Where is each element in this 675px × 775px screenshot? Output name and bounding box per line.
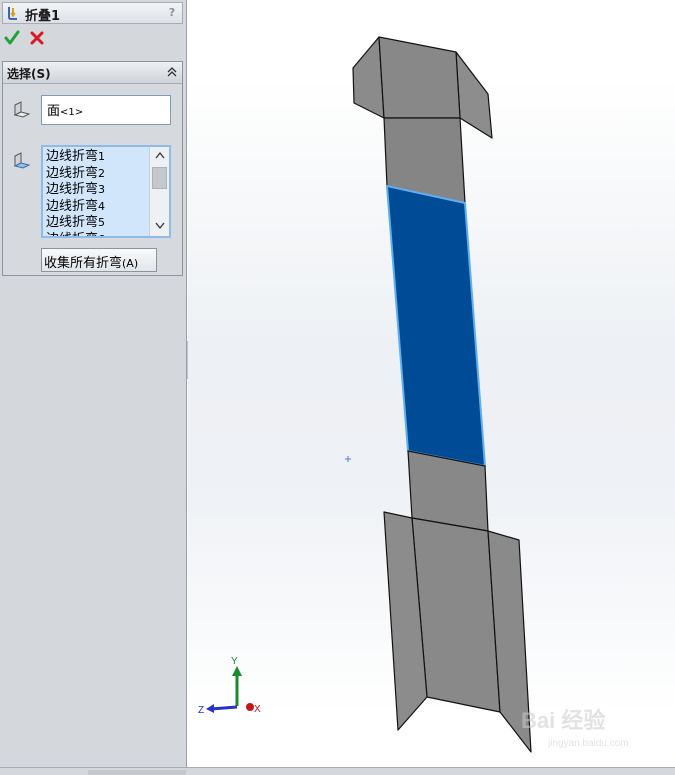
sheet-metal-part: Y Z X Bai 经验 jingyan.baidu.com	[198, 36, 629, 753]
bottom-scroll-tab[interactable]	[88, 770, 186, 775]
selection-group: 选择(S) 面<1> 边线折弯1边线折弯2边线折弯3边线折弯4边线折弯5边线折弯…	[2, 61, 183, 276]
watermark-text: Bai 经验	[521, 708, 605, 733]
feature-title: 折叠1	[25, 9, 61, 24]
bend-item-number: 5	[98, 216, 106, 229]
graphics-viewport[interactable]: Y Z X Bai 经验 jingyan.baidu.com	[188, 0, 675, 775]
triad-z-label: Z	[198, 705, 204, 716]
bend-item-label: 边线折弯	[46, 165, 99, 181]
bend-item-number: 3	[98, 183, 106, 196]
scroll-up-icon[interactable]	[155, 151, 165, 159]
fixed-face-value: 面	[47, 104, 61, 119]
help-button[interactable]: ?	[163, 4, 181, 22]
bend-item-number: 6	[98, 233, 105, 237]
fixed-face-tag: <1>	[60, 107, 84, 118]
bend-list-item[interactable]: 边线折弯2	[46, 166, 150, 183]
watermark-sub: jingyan.baidu.com	[547, 738, 629, 749]
bend-list-item[interactable]: 边线折弯3	[46, 182, 150, 199]
feature-title-bar: 折叠1 ?	[2, 2, 183, 24]
property-manager-panel: 折叠1 ? 选择(S) 面<1> 边线折弯1 边线折弯2 边线折弯3 边线折弯4…	[0, 0, 187, 775]
bend-item-number: 1	[98, 150, 106, 163]
ok-check-icon[interactable]	[4, 30, 20, 46]
bends-list-items: 边线折弯1边线折弯2边线折弯3边线折弯4边线折弯5边线折弯6	[46, 149, 150, 237]
bend-item-number: 4	[98, 199, 106, 213]
fold-feature-icon	[8, 7, 17, 20]
collapse-chevron-icon[interactable]	[165, 65, 179, 79]
bend-item-label: 边线折弯	[46, 215, 99, 230]
bends-list[interactable]: 边线折弯1边线折弯2边线折弯3边线折弯4边线折弯5边线折弯6	[41, 145, 171, 238]
collect-all-bends-key: (A)	[122, 257, 139, 270]
fixed-face-icon	[13, 101, 31, 118]
bend-item-label: 边线折弯	[46, 232, 98, 237]
origin-marker-icon	[345, 456, 351, 462]
scroll-down-icon[interactable]	[155, 222, 165, 230]
bends-select-icon	[13, 152, 31, 169]
bend-list-item[interactable]: 边线折弯1	[46, 149, 150, 166]
bend-item-label: 边线折弯	[46, 182, 99, 197]
view-triad: Y Z X	[198, 656, 261, 716]
top-right-flange[interactable]	[455, 51, 493, 139]
bend-list-item[interactable]: 边线折弯6	[46, 232, 150, 237]
scroll-thumb[interactable]	[152, 167, 167, 189]
fixed-face-input[interactable]: 面<1>	[41, 95, 171, 125]
bend-list-item[interactable]: 边线折弯5	[46, 215, 150, 232]
bend-list-item[interactable]: 边线折弯4	[46, 199, 150, 216]
collect-all-bends-button[interactable]: 收集所有折弯(A)	[41, 248, 157, 272]
baidu-watermark: Bai 经验 jingyan.baidu.com	[521, 708, 629, 749]
bend-item-number: 2	[98, 166, 106, 180]
top-base-face[interactable]	[378, 36, 461, 119]
triad-y-label: Y	[231, 656, 238, 667]
selected-fold-face[interactable]	[386, 185, 486, 467]
bend-item-label: 边线折弯	[46, 149, 99, 164]
cancel-x-icon[interactable]	[29, 30, 45, 46]
selection-group-title: 选择(S)	[7, 67, 51, 81]
bend-item-label: 边线折弯	[46, 198, 99, 214]
bends-list-scrollbar[interactable]	[149, 147, 169, 236]
triad-x-label: X	[254, 704, 261, 715]
selection-group-header[interactable]: 选择(S)	[3, 62, 182, 84]
collect-all-bends-label: 收集所有折弯	[44, 256, 123, 271]
bottom-status-bar	[0, 767, 675, 775]
